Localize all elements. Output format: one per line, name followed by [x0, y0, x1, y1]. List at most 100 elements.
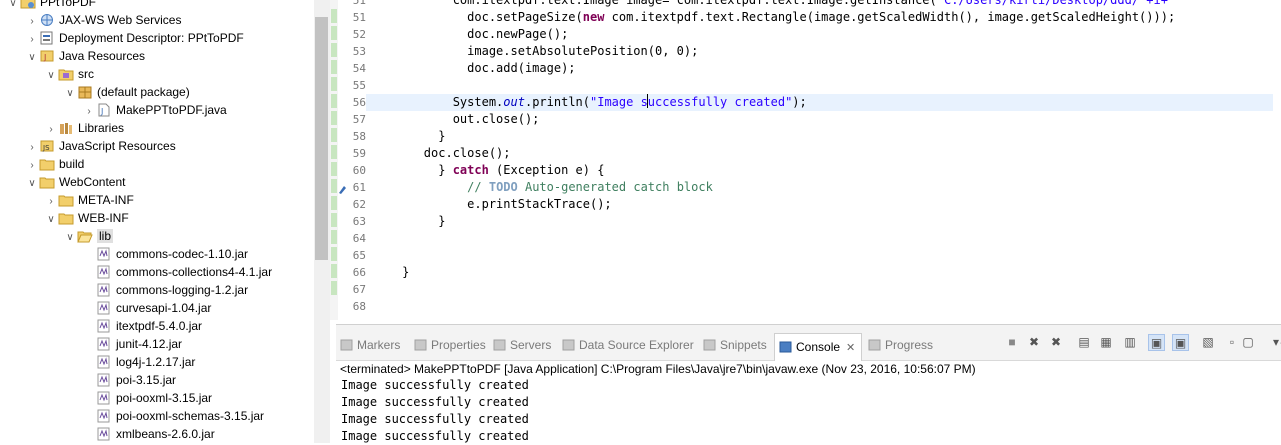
remove-all-terminated-icon[interactable]: ✖: [1048, 334, 1064, 350]
scroll-lock-icon[interactable]: ▤: [1076, 334, 1092, 350]
tab-console[interactable]: Console ✕: [774, 333, 863, 361]
scrollbar-thumb[interactable]: [315, 17, 328, 260]
code-token: //: [467, 180, 489, 194]
code-token: .println(: [524, 95, 590, 109]
chevron-down-icon[interactable]: ∨: [44, 67, 58, 85]
tab-snippets[interactable]: Snippets: [703, 335, 767, 355]
code-line[interactable]: doc.newPage();: [366, 26, 1281, 43]
tree-item[interactable]: ∨ J Java Resources: [25, 47, 145, 65]
tree-item-label: commons-codec-1.10.jar: [116, 247, 249, 261]
open-console-icon[interactable]: ▢: [1240, 334, 1256, 350]
tree-item[interactable]: ∨ src: [44, 65, 94, 83]
code-line[interactable]: System.out.println("Image successfully c…: [366, 94, 1281, 111]
code-area[interactable]: com.itextpdf.text.Image image= com.itext…: [366, 0, 1281, 320]
remove-launch-icon[interactable]: ✖: [1026, 334, 1042, 350]
code-line[interactable]: }: [366, 128, 1281, 145]
line-number: 51: [352, 11, 366, 24]
tree-item[interactable]: › Libraries: [44, 119, 124, 137]
view-tab-bar: Markers Properties Servers Data Source Expl…: [336, 325, 1281, 361]
word-wrap-icon[interactable]: ▥: [1122, 334, 1138, 350]
code-line[interactable]: [366, 230, 1281, 247]
tab-properties[interactable]: Properties: [414, 335, 486, 355]
tree-item[interactable]: ∨ (default package): [63, 83, 190, 103]
tree-item[interactable]: itextpdf-5.4.0.jar: [82, 317, 202, 335]
code-token: out.close();: [366, 112, 540, 126]
tree-item[interactable]: poi-3.15.jar: [82, 371, 176, 389]
tab-markers[interactable]: Markers: [340, 335, 400, 355]
code-line[interactable]: e.printStackTrace();: [366, 196, 1281, 213]
tree-item[interactable]: poi-ooxml-schemas-3.15.jar: [82, 407, 264, 425]
display-selected-console-icon[interactable]: ▫: [1224, 334, 1240, 350]
show-console-on-error-icon[interactable]: ▣: [1172, 334, 1189, 351]
tree-item[interactable]: ∨ WebContent: [25, 173, 125, 193]
tree-item[interactable]: ∨ PPtToPDF: [6, 0, 96, 11]
tree-item[interactable]: xmlbeans-2.6.0.jar: [82, 425, 215, 443]
source-folder-icon: [58, 67, 74, 81]
tree-item[interactable]: › build: [25, 155, 84, 173]
tab-servers[interactable]: Servers: [493, 335, 551, 355]
code-line[interactable]: }: [366, 213, 1281, 230]
explorer-scrollbar[interactable]: [314, 0, 330, 443]
code-line[interactable]: // TODO Auto-generated catch block: [366, 179, 1281, 196]
project-icon: [20, 0, 36, 9]
chevron-down-icon[interactable]: ∨: [6, 0, 20, 13]
minimize-icon[interactable]: ‒: [1276, 334, 1281, 350]
code-line[interactable]: [366, 247, 1281, 264]
code-line[interactable]: [366, 281, 1281, 298]
tab-progress[interactable]: Progress: [868, 335, 933, 355]
chevron-down-icon[interactable]: ∨: [63, 85, 77, 103]
tree-item[interactable]: commons-logging-1.2.jar: [82, 281, 248, 299]
pin-console-icon[interactable]: ▧: [1200, 334, 1216, 350]
tree-item-label: poi-3.15.jar: [116, 373, 177, 387]
code-line[interactable]: image.setAbsolutePosition(0, 0);: [366, 43, 1281, 60]
tree-item-label: src: [78, 67, 94, 81]
tree-item-label: Libraries: [78, 121, 125, 135]
tree-item[interactable]: › JS JavaScript Resources: [25, 137, 175, 155]
close-icon[interactable]: ✕: [846, 342, 855, 354]
tree-item[interactable]: log4j-1.2.17.jar: [82, 353, 195, 371]
tree-item-label: (default package): [97, 85, 190, 99]
change-marker: [331, 60, 337, 74]
properties-icon: [414, 337, 427, 351]
tree-item[interactable]: › META-INF: [44, 191, 133, 209]
tree-item[interactable]: curvesapi-1.04.jar: [82, 299, 211, 317]
chevron-down-icon[interactable]: ∨: [25, 175, 39, 193]
tree-item[interactable]: commons-codec-1.10.jar: [82, 245, 248, 263]
line-number: 53: [352, 45, 366, 58]
code-editor[interactable]: 51 51 52 53 54 55 56 57 58 59 60 61 62 63 64 65 66 67 68 c…: [330, 0, 1281, 320]
terminate-icon[interactable]: ■: [1004, 334, 1020, 350]
code-line[interactable]: com.itextpdf.text.Image image= com.itext…: [366, 0, 1281, 9]
code-line[interactable]: [366, 77, 1281, 94]
code-line[interactable]: } catch (Exception e) {: [366, 162, 1281, 179]
tree-item[interactable]: ∨ lib: [63, 227, 114, 247]
code-line[interactable]: out.close();: [366, 111, 1281, 128]
chevron-down-icon[interactable]: ∨: [44, 211, 58, 229]
code-line[interactable]: doc.close();: [366, 145, 1281, 162]
console-output-line: Image successfully created: [341, 378, 529, 392]
editor-scrollbar[interactable]: [1273, 0, 1281, 320]
chevron-down-icon[interactable]: ∨: [63, 229, 77, 247]
code-line[interactable]: doc.add(image);: [366, 60, 1281, 77]
chevron-down-icon[interactable]: ∨: [25, 49, 39, 67]
folder-open-icon: [77, 229, 93, 243]
task-marker-icon[interactable]: [339, 183, 346, 194]
tree-item[interactable]: poi-ooxml-3.15.jar: [82, 389, 212, 407]
clear-console-icon[interactable]: ▦: [1098, 334, 1114, 350]
code-line[interactable]: [366, 298, 1281, 315]
tree-item[interactable]: junit-4.12.jar: [82, 335, 182, 353]
show-console-on-output-icon[interactable]: ▣: [1148, 334, 1165, 351]
tree-item[interactable]: › JAX-WS Web Services: [25, 11, 181, 29]
code-token: doc.close();: [366, 146, 511, 160]
tab-data-source-explorer[interactable]: Data Source Explorer: [562, 335, 694, 355]
tree-item[interactable]: › Deployment Descriptor: PPtToPDF: [25, 29, 243, 47]
svg-text:J: J: [43, 53, 46, 62]
code-line[interactable]: }: [366, 264, 1281, 281]
tree-item[interactable]: commons-collections4-4.1.jar: [82, 263, 272, 281]
code-token: "Image successfully created": [590, 95, 793, 109]
code-token: Auto-generated catch block: [517, 180, 713, 194]
tree-item[interactable]: › J MakePPTtoPDF.java: [82, 101, 226, 119]
code-line[interactable]: doc.setPageSize(new com.itextpdf.text.Re…: [366, 9, 1281, 26]
tree-item[interactable]: ∨ WEB-INF: [44, 209, 128, 229]
tree-item-label: PPtToPDF: [40, 0, 97, 9]
